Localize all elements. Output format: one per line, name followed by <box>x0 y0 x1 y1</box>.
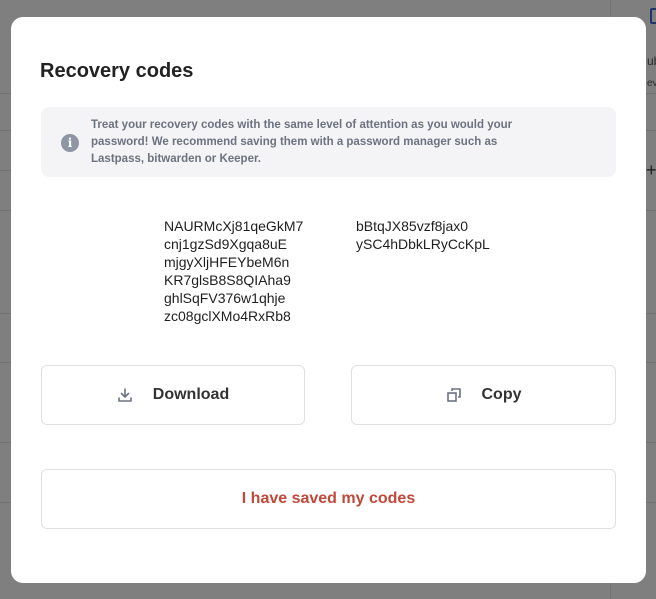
copy-icon <box>446 387 462 403</box>
recovery-code: mjgyXljHFEYbeM6n <box>164 254 290 270</box>
copy-button-label: Copy <box>481 386 522 403</box>
info-callout: i Treat your recovery codes with the sam… <box>41 107 616 177</box>
info-text: Treat your recovery codes with the same … <box>91 119 513 165</box>
recovery-code: KR7glsB8S8QIAha9 <box>164 272 291 288</box>
recovery-codes-dialog: Recovery codes i Treat your recovery cod… <box>11 17 646 583</box>
saved-codes-button[interactable]: I have saved my codes <box>41 469 616 529</box>
download-button[interactable]: Download <box>41 365 305 425</box>
recovery-code: NAURMcXj81qeGkM7 <box>164 218 304 234</box>
download-icon <box>117 387 133 403</box>
info-icon: i <box>61 134 79 152</box>
recovery-codes-column-1: NAURMcXj81qeGkM7 cnj1gzSd9Xgqa8uE mjgyXl… <box>164 217 303 325</box>
recovery-code: ySC4hDbkLRyCcKpL <box>356 236 490 252</box>
saved-codes-button-label: I have saved my codes <box>241 490 416 507</box>
recovery-code: zc08gclXMo4RxRb8 <box>164 308 291 324</box>
recovery-code: ghlSqFV376w1qhje <box>164 290 286 306</box>
recovery-code: cnj1gzSd9Xgqa8uE <box>164 236 287 252</box>
recovery-code: bBtqJX85vzf8jax0 <box>356 218 469 234</box>
download-button-label: Download <box>152 386 230 403</box>
copy-button[interactable]: Copy <box>351 365 616 425</box>
recovery-codes-column-2: bBtqJX85vzf8jax0 ySC4hDbkLRyCcKpL <box>356 217 490 253</box>
dialog-title: Recovery codes <box>40 60 194 82</box>
